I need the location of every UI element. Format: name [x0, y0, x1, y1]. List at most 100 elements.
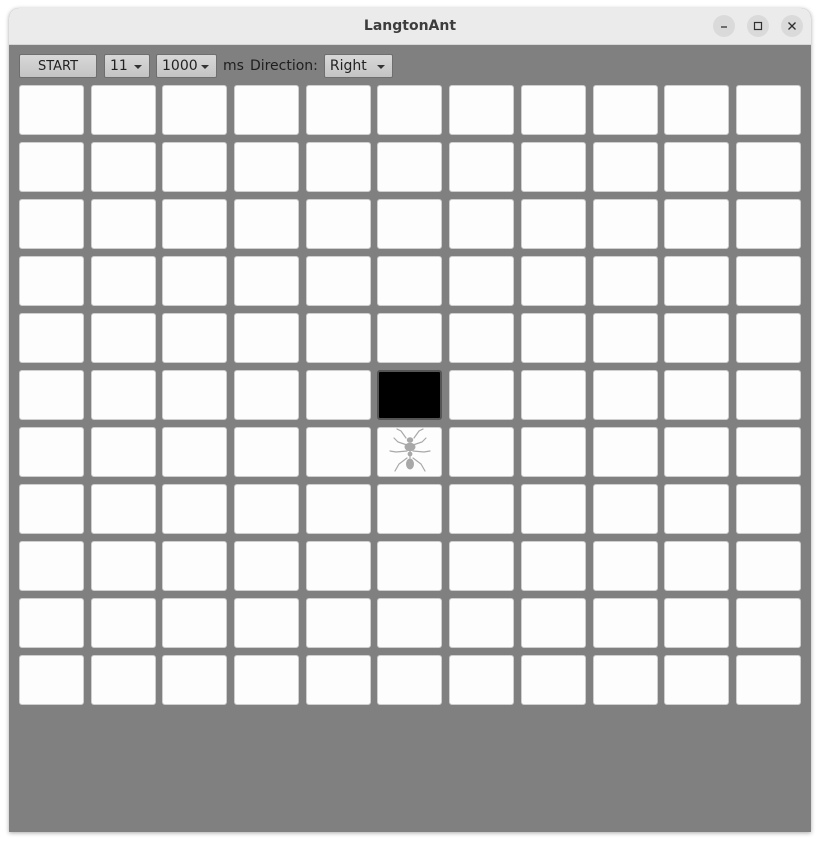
grid-cell[interactable] [520, 199, 586, 249]
grid-cell[interactable] [19, 199, 84, 249]
grid-cell[interactable] [377, 199, 443, 249]
grid-cell-black[interactable] [377, 370, 443, 420]
grid-cell[interactable] [305, 313, 371, 363]
grid-cell[interactable] [520, 313, 586, 363]
grid-cell[interactable] [449, 598, 515, 648]
grid-cell[interactable] [520, 598, 586, 648]
grid-cell[interactable] [162, 256, 228, 306]
grid-cell[interactable] [234, 313, 300, 363]
grid-cell[interactable] [90, 256, 156, 306]
grid-cell[interactable] [520, 142, 586, 192]
grid-cell[interactable] [19, 598, 84, 648]
grid-cell[interactable] [592, 541, 658, 591]
grid-cell[interactable] [234, 85, 300, 135]
grid-cell[interactable] [592, 655, 658, 705]
grid-cell[interactable] [664, 541, 730, 591]
grid-cell[interactable] [234, 256, 300, 306]
grid-cell[interactable] [162, 85, 228, 135]
grid-cell[interactable] [90, 484, 156, 534]
grid-cell[interactable] [90, 427, 156, 477]
grid-cell-ant[interactable] [377, 427, 443, 477]
grid-cell[interactable] [305, 655, 371, 705]
grid-cell[interactable] [90, 142, 156, 192]
grid-cell[interactable] [377, 484, 443, 534]
grid-cell[interactable] [377, 85, 443, 135]
grid-cell[interactable] [162, 655, 228, 705]
grid-cell[interactable] [305, 199, 371, 249]
grid-cell[interactable] [305, 85, 371, 135]
maximize-button[interactable] [747, 15, 769, 37]
grid-size-select[interactable]: 11 [104, 54, 150, 78]
grid-cell[interactable] [305, 484, 371, 534]
grid-cell[interactable] [592, 370, 658, 420]
grid-cell[interactable] [735, 85, 801, 135]
grid-cell[interactable] [90, 541, 156, 591]
grid-cell[interactable] [449, 85, 515, 135]
grid-cell[interactable] [520, 541, 586, 591]
grid-cell[interactable] [664, 655, 730, 705]
grid-cell[interactable] [162, 598, 228, 648]
grid-cell[interactable] [90, 655, 156, 705]
grid-cell[interactable] [19, 313, 84, 363]
grid-cell[interactable] [377, 655, 443, 705]
grid-cell[interactable] [735, 541, 801, 591]
grid-cell[interactable] [234, 598, 300, 648]
grid-cell[interactable] [592, 427, 658, 477]
grid-cell[interactable] [90, 370, 156, 420]
grid-cell[interactable] [162, 313, 228, 363]
grid-cell[interactable] [90, 85, 156, 135]
grid-cell[interactable] [449, 427, 515, 477]
grid-cell[interactable] [664, 598, 730, 648]
grid-cell[interactable] [520, 85, 586, 135]
grid-cell[interactable] [592, 256, 658, 306]
grid-cell[interactable] [305, 598, 371, 648]
grid-cell[interactable] [305, 427, 371, 477]
grid-cell[interactable] [377, 541, 443, 591]
grid-cell[interactable] [449, 313, 515, 363]
grid-cell[interactable] [735, 598, 801, 648]
grid-cell[interactable] [162, 370, 228, 420]
grid-cell[interactable] [735, 655, 801, 705]
grid-cell[interactable] [592, 142, 658, 192]
grid-cell[interactable] [162, 142, 228, 192]
grid-cell[interactable] [234, 541, 300, 591]
grid-cell[interactable] [19, 427, 84, 477]
grid-cell[interactable] [19, 370, 84, 420]
grid-cell[interactable] [735, 142, 801, 192]
start-button[interactable]: START [19, 54, 97, 78]
grid-cell[interactable] [90, 598, 156, 648]
grid-cell[interactable] [735, 199, 801, 249]
grid-cell[interactable] [377, 142, 443, 192]
grid-cell[interactable] [664, 256, 730, 306]
grid-cell[interactable] [449, 370, 515, 420]
title-bar[interactable]: LangtonAnt [9, 8, 811, 45]
grid-cell[interactable] [664, 85, 730, 135]
grid-cell[interactable] [234, 655, 300, 705]
grid-cell[interactable] [234, 484, 300, 534]
grid-cell[interactable] [19, 256, 84, 306]
grid-cell[interactable] [305, 142, 371, 192]
grid-cell[interactable] [449, 655, 515, 705]
direction-select[interactable]: Right [323, 54, 393, 78]
grid-cell[interactable] [520, 370, 586, 420]
grid-cell[interactable] [234, 370, 300, 420]
grid-cell[interactable] [162, 484, 228, 534]
grid-cell[interactable] [377, 313, 443, 363]
grid-cell[interactable] [162, 541, 228, 591]
grid-cell[interactable] [234, 142, 300, 192]
grid-cell[interactable] [664, 199, 730, 249]
grid-cell[interactable] [449, 199, 515, 249]
grid-cell[interactable] [19, 142, 84, 192]
grid-cell[interactable] [19, 655, 84, 705]
grid-cell[interactable] [592, 199, 658, 249]
grid-cell[interactable] [592, 484, 658, 534]
delay-select[interactable]: 1000 [156, 54, 217, 78]
grid-cell[interactable] [735, 256, 801, 306]
grid-cell[interactable] [592, 598, 658, 648]
grid-cell[interactable] [664, 142, 730, 192]
grid-cell[interactable] [305, 256, 371, 306]
grid-cell[interactable] [592, 313, 658, 363]
grid-cell[interactable] [234, 427, 300, 477]
grid-cell[interactable] [664, 313, 730, 363]
grid-cell[interactable] [735, 484, 801, 534]
